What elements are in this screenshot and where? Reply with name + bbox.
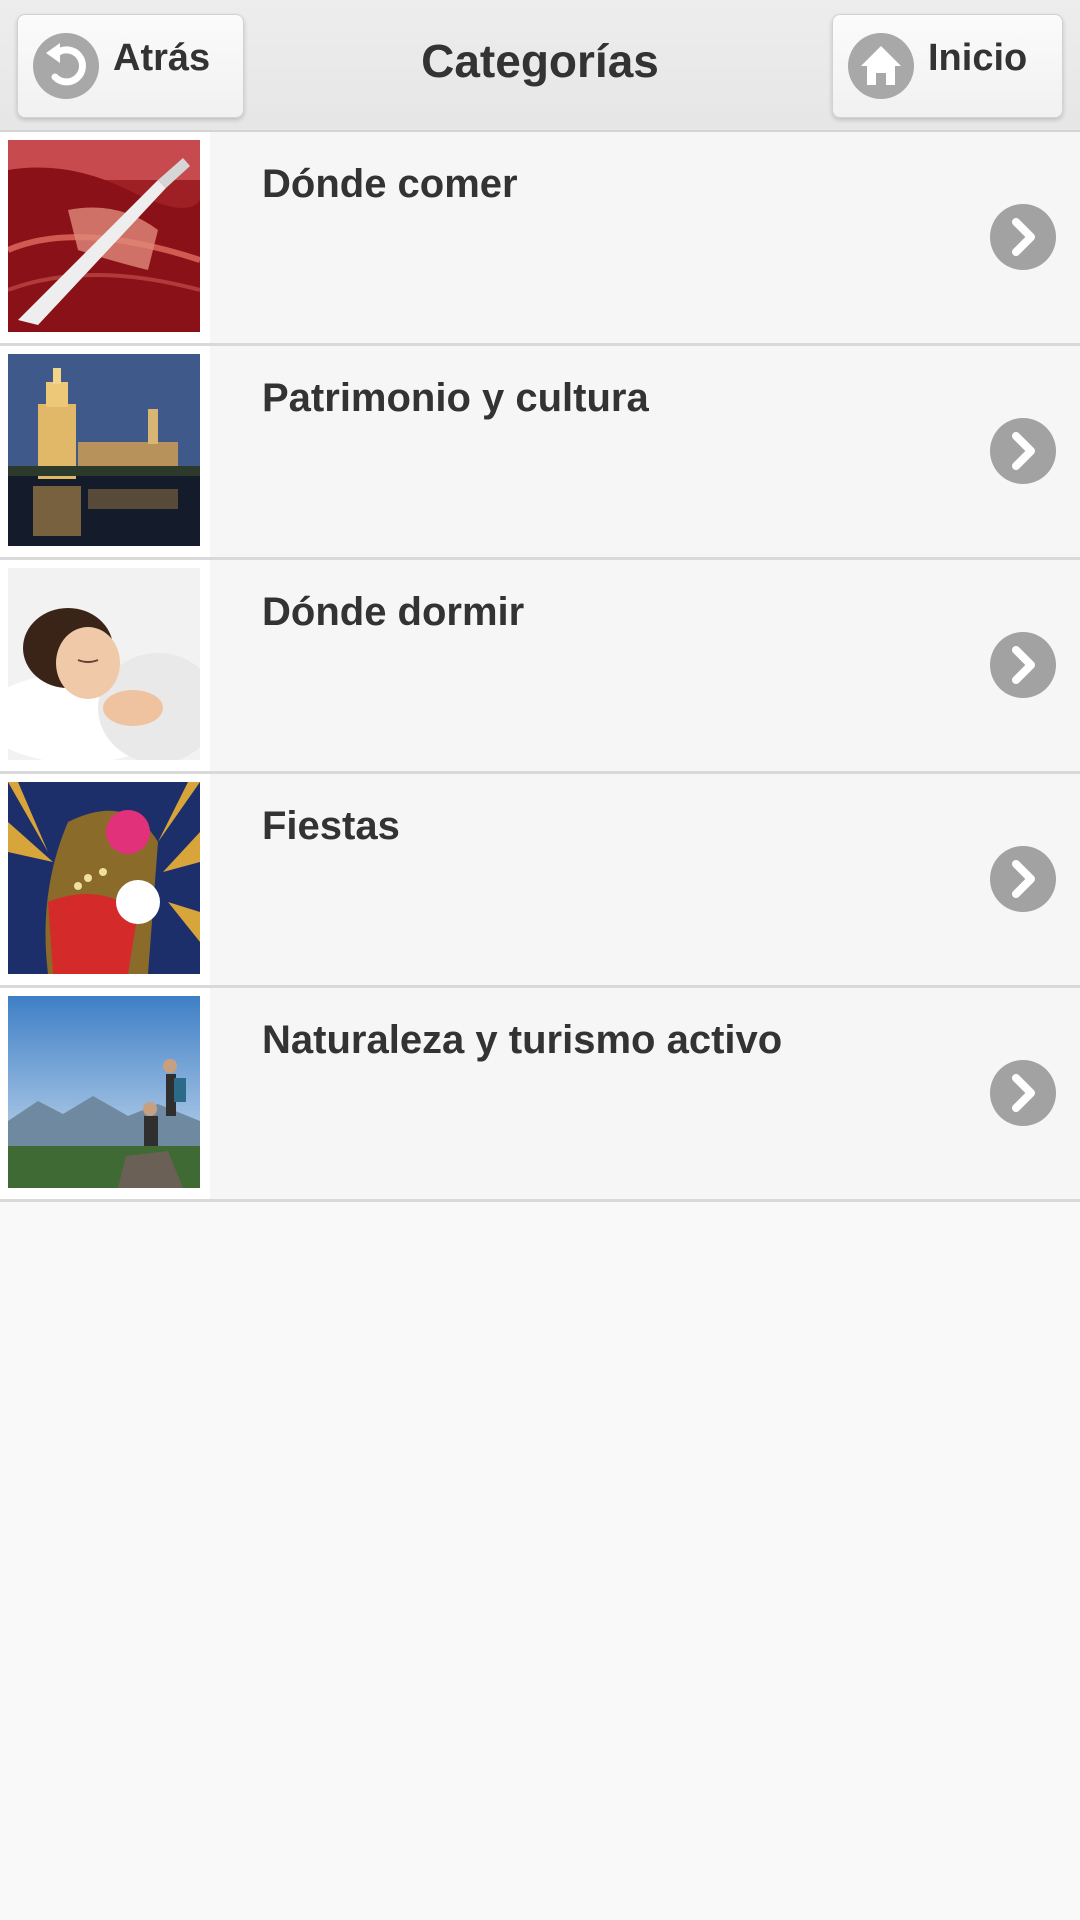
item-label: Dónde comer [262, 162, 518, 206]
list-item-donde-dormir[interactable]: Dónde dormir [0, 560, 1080, 774]
chevron-right-icon [990, 418, 1056, 484]
chevron-right-icon [990, 1060, 1056, 1126]
back-button[interactable]: Atrás [17, 14, 244, 118]
back-arrow-icon [33, 33, 99, 99]
home-button[interactable]: Inicio [832, 14, 1063, 118]
chevron-right-icon [990, 204, 1056, 270]
list-item-fiestas[interactable]: Fiestas [0, 774, 1080, 988]
item-label: Fiestas [262, 804, 400, 848]
page-title: Categorías [421, 35, 659, 87]
home-button-label: Inicio [928, 37, 1028, 79]
header-bar: Atrás Categorías Inicio [0, 0, 1080, 132]
feria-poster-thumbnail [8, 782, 200, 974]
jamon-thumbnail [8, 140, 200, 332]
category-list: Dónde comer Patrimonio y cultura Dónde d… [0, 132, 1080, 1202]
item-label: Dónde dormir [262, 590, 525, 634]
home-icon [848, 33, 914, 99]
list-item-donde-comer[interactable]: Dónde comer [0, 132, 1080, 346]
chevron-right-icon [990, 632, 1056, 698]
chevron-right-icon [990, 846, 1056, 912]
back-button-label: Atrás [113, 37, 211, 79]
list-item-naturaleza-y-turismo-activo[interactable]: Naturaleza y turismo activo [0, 988, 1080, 1202]
list-item-patrimonio-y-cultura[interactable]: Patrimonio y cultura [0, 346, 1080, 560]
sleeping-woman-thumbnail [8, 568, 200, 760]
item-label: Patrimonio y cultura [262, 376, 649, 420]
hikers-mountain-thumbnail [8, 996, 200, 1188]
item-label: Naturaleza y turismo activo [262, 1018, 783, 1062]
torre-del-oro-thumbnail [8, 354, 200, 546]
